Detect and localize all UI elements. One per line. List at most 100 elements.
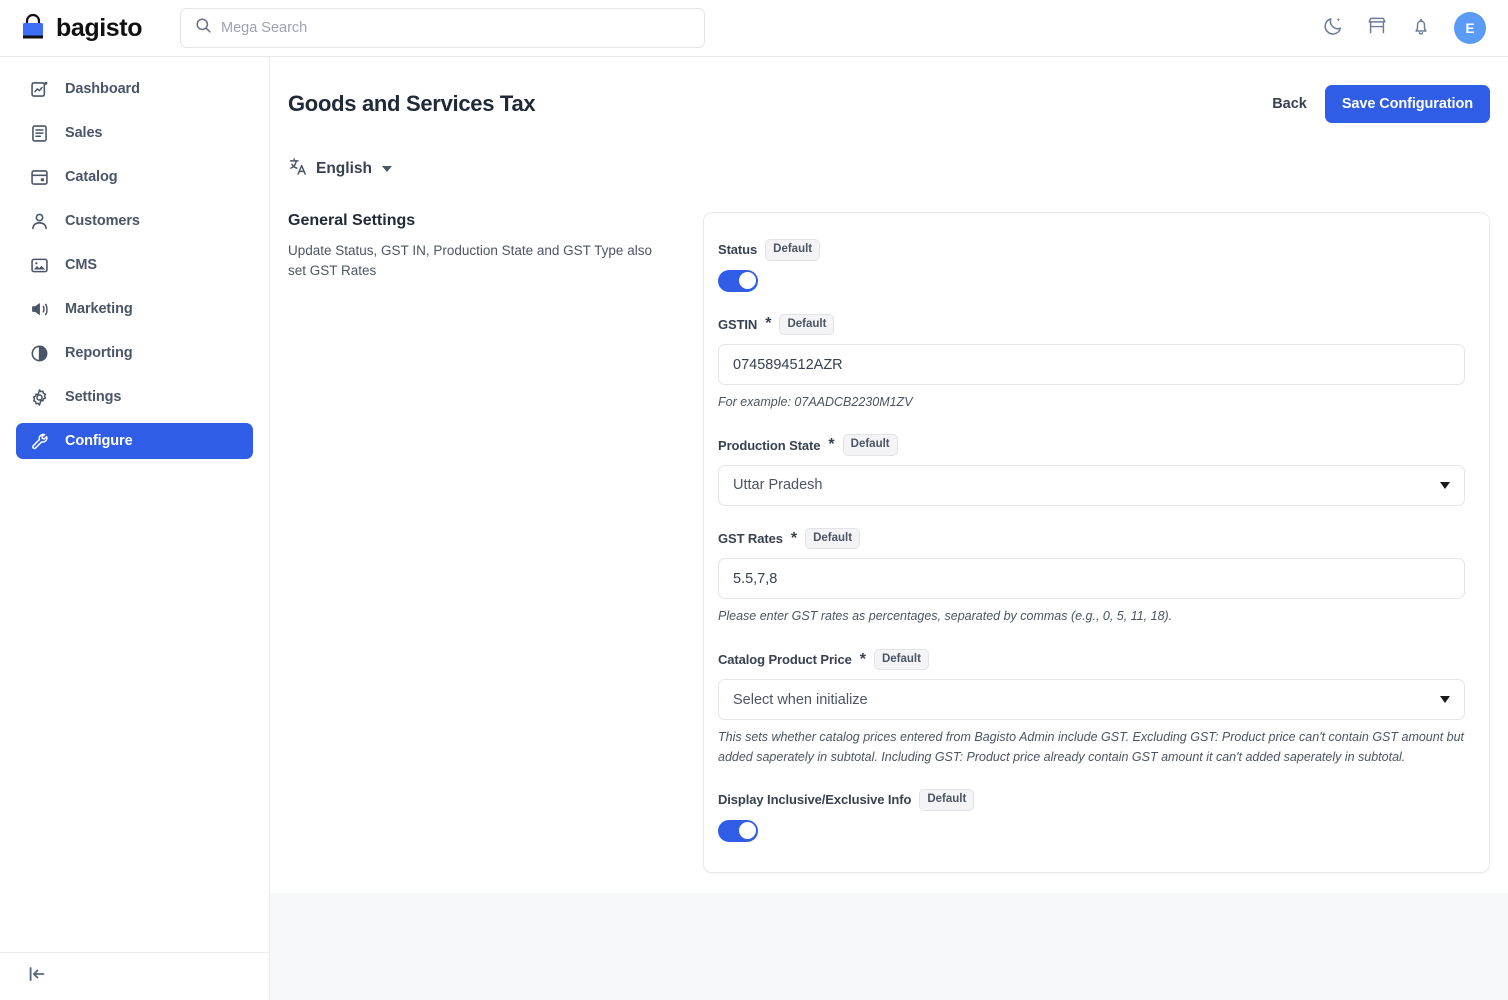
sidebar-item-settings[interactable]: Settings: [16, 379, 253, 415]
sidebar-item-label: Settings: [65, 389, 122, 405]
sidebar-item-label: CMS: [65, 257, 97, 273]
field-label-row: Status Default: [718, 239, 1465, 261]
status-toggle[interactable]: [718, 269, 758, 292]
sidebar-item-configure[interactable]: Configure: [16, 423, 253, 459]
field-label: Display Inclusive/Exclusive Info: [718, 792, 912, 808]
brand-name: bagisto: [56, 13, 143, 42]
chevron-down-icon: [1440, 481, 1450, 489]
search-input[interactable]: [221, 20, 690, 36]
required-marker: *: [859, 650, 866, 668]
store-icon[interactable]: [1366, 15, 1388, 42]
sidebar-item-customers[interactable]: Customers: [16, 203, 253, 239]
avatar[interactable]: E: [1454, 12, 1486, 44]
default-badge: Default: [765, 239, 821, 261]
content-card: Goods and Services Tax Back Save Configu…: [270, 57, 1508, 893]
moon-icon[interactable]: [1322, 15, 1344, 42]
search-bar[interactable]: [180, 8, 705, 48]
default-badge: Default: [779, 313, 835, 336]
required-marker: *: [790, 529, 798, 547]
translate-icon: [288, 156, 309, 182]
default-badge: Default: [873, 648, 929, 671]
marketing-icon: [29, 299, 50, 320]
field-label-row: GST Rates * Default: [718, 527, 1465, 550]
back-button[interactable]: Back: [1272, 96, 1307, 112]
topbar-actions: E: [1322, 12, 1486, 44]
sidebar-item-label: Customers: [65, 213, 140, 229]
search-icon: [195, 17, 212, 39]
form-layout: General Settings Update Status, GST IN, …: [270, 182, 1508, 873]
gstin-input[interactable]: [718, 344, 1465, 386]
sidebar-item-cms[interactable]: CMS: [16, 247, 253, 283]
catalog-product-price-value: Select when initialize: [733, 691, 868, 708]
field-label: GSTIN: [718, 316, 758, 332]
sidebar-item-sales[interactable]: Sales: [16, 115, 253, 151]
save-configuration-button[interactable]: Save Configuration: [1324, 85, 1490, 123]
sidebar-item-label: Reporting: [65, 345, 133, 361]
field-label-row: Production State * Default: [718, 434, 1465, 456]
field-gstin: GSTIN * Default For example: 07AADCB2230…: [718, 313, 1465, 413]
language-label: English: [316, 160, 372, 177]
top-bar: bagisto Mega Search E: [0, 0, 1508, 57]
gst-rates-hint: Please enter GST rates as percentages, s…: [718, 609, 1173, 624]
language-selector[interactable]: English: [288, 156, 392, 182]
display-inclusive-exclusive-toggle[interactable]: [718, 819, 758, 842]
field-label-row: GSTIN * Default: [718, 313, 1465, 336]
app-shell: Dashboard Sales Catalog Customers CMS Ma…: [0, 57, 1508, 1000]
configure-icon: [29, 431, 50, 452]
default-badge: Default: [919, 789, 975, 811]
customers-icon: [29, 211, 50, 232]
reporting-icon: [29, 343, 50, 364]
sidebar: Dashboard Sales Catalog Customers CMS Ma…: [0, 57, 270, 1000]
gst-rates-input[interactable]: [718, 558, 1465, 600]
settings-icon: [29, 387, 50, 408]
catalog-product-price-hint: This sets whether catalog prices entered…: [718, 730, 1465, 764]
gstin-hint: For example: 07AADCB2230M1ZV: [718, 395, 913, 410]
sales-icon: [29, 123, 50, 144]
brand-logo[interactable]: bagisto: [18, 13, 168, 43]
catalog-icon: [29, 167, 50, 188]
default-badge: Default: [805, 527, 861, 550]
field-label: Status: [718, 242, 758, 258]
field-catalog-product-price: Catalog Product Price * Default Select w…: [718, 648, 1465, 767]
chevron-down-icon: [381, 166, 392, 172]
production-state-select[interactable]: Uttar Pradesh: [718, 464, 1465, 506]
sidebar-footer: [0, 952, 269, 1000]
required-marker: *: [828, 436, 835, 454]
section-title: General Settings: [288, 212, 416, 229]
sidebar-item-label: Catalog: [65, 169, 118, 185]
field-label-row: Catalog Product Price * Default: [718, 648, 1465, 671]
bell-icon[interactable]: [1410, 15, 1432, 42]
section-info: General Settings Update Status, GST IN, …: [288, 212, 683, 873]
field-display-inclusive-exclusive: Display Inclusive/Exclusive Info Default: [718, 789, 1465, 842]
sidebar-item-label: Sales: [65, 125, 103, 141]
field-label: Catalog Product Price: [718, 652, 852, 668]
settings-panel: Status Default GSTIN * Default 074589451…: [703, 212, 1490, 873]
sidebar-item-label: Marketing: [65, 301, 133, 317]
page-header: Goods and Services Tax Back Save Configu…: [270, 57, 1508, 123]
sidebar-item-dashboard[interactable]: Dashboard: [16, 71, 253, 107]
field-gst-rates: GST Rates * Default Please enter GST rat…: [718, 527, 1465, 627]
field-label-row: Display Inclusive/Exclusive Info Default: [718, 789, 1465, 811]
sidebar-item-catalog[interactable]: Catalog: [16, 159, 253, 195]
toggle-knob: [738, 822, 756, 840]
field-label: Production State: [718, 437, 821, 453]
catalog-product-price-select[interactable]: Select when initialize: [718, 679, 1465, 721]
toggle-knob: [738, 272, 756, 290]
bagisto-bag-icon: [18, 13, 48, 43]
main-content: Goods and Services Tax Back Save Configu…: [270, 57, 1508, 1000]
sidebar-item-label: Dashboard: [65, 81, 140, 97]
field-label: GST Rates: [718, 531, 783, 547]
sidebar-item-reporting[interactable]: Reporting: [16, 335, 253, 371]
page-header-actions: Back Save Configuration: [1272, 85, 1490, 123]
required-marker: *: [765, 315, 772, 333]
sidebar-item-marketing[interactable]: Marketing: [16, 291, 253, 327]
collapse-sidebar-icon[interactable]: [26, 963, 48, 990]
field-production-state: Production State * Default Uttar Pradesh: [718, 434, 1465, 506]
dashboard-icon: [29, 79, 50, 100]
sidebar-item-label: Configure: [65, 433, 133, 449]
default-badge: Default: [842, 434, 898, 456]
chevron-down-icon: [1440, 696, 1450, 704]
field-status: Status Default: [718, 239, 1465, 292]
page-title: Goods and Services Tax: [288, 91, 536, 116]
cms-icon: [29, 255, 50, 276]
